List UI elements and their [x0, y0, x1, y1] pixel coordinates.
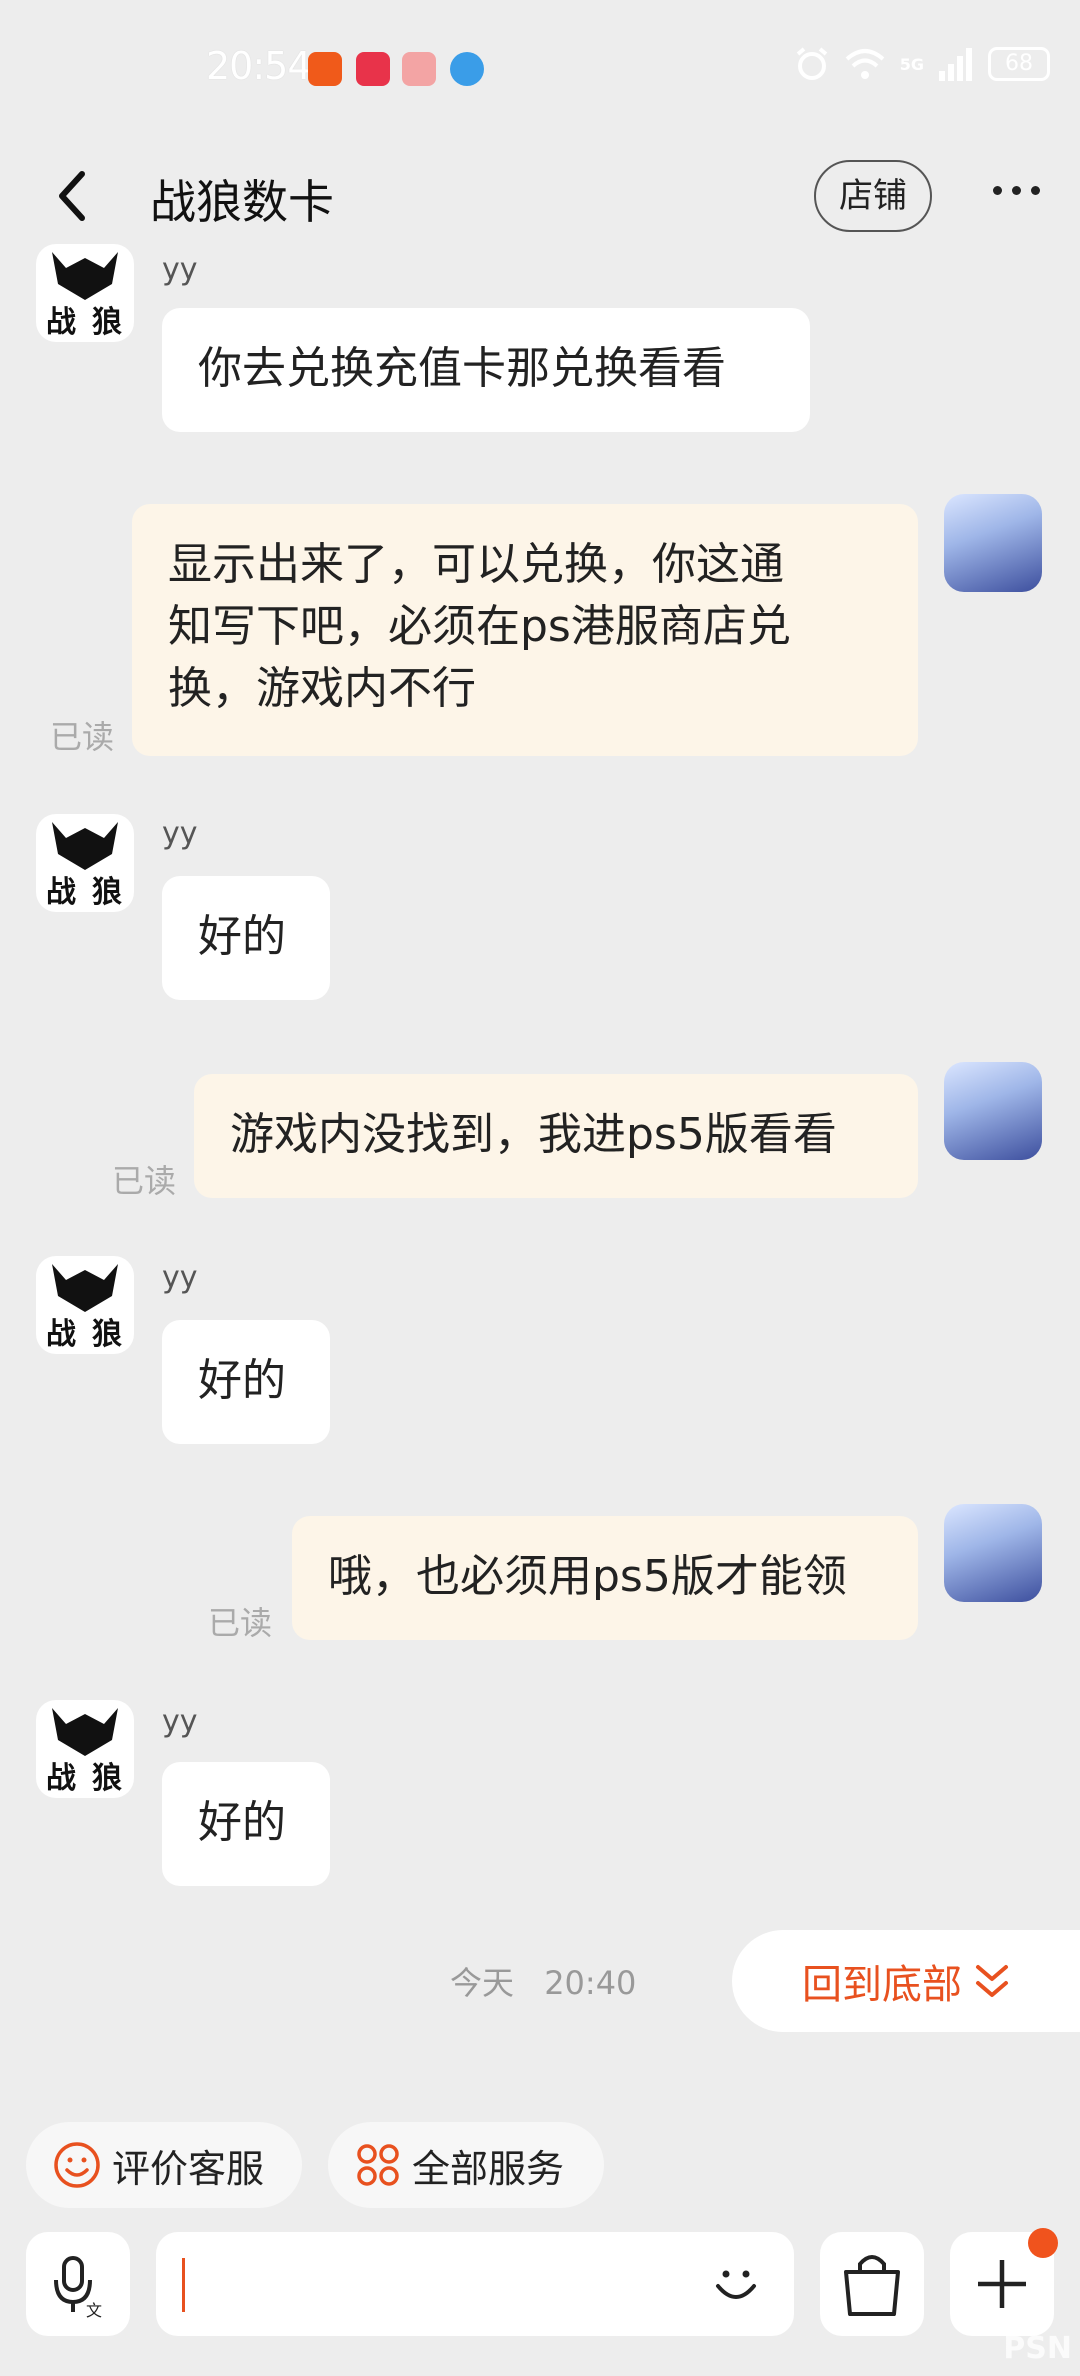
chat-header: 战狼数卡 店铺 [0, 136, 1080, 256]
timestamp: 今天 20:40 [450, 1958, 636, 2004]
sender-name: yy [162, 1704, 198, 1739]
svg-text:文: 文 [86, 2301, 102, 2320]
grid-icon [357, 2144, 399, 2186]
voice-input-button[interactable]: 文 [26, 2232, 130, 2336]
svg-text:战: 战 [46, 1317, 76, 1352]
user-avatar[interactable] [944, 1062, 1042, 1160]
notification-dot [1028, 2228, 1058, 2258]
shop-avatar[interactable]: 战 狼 [36, 1700, 134, 1798]
wolf-logo-icon: 战 狼 [46, 1264, 122, 1352]
svg-text:战: 战 [46, 875, 76, 910]
timestamp-day: 今天 [450, 1964, 515, 2002]
status-time: 20:54 [206, 44, 312, 88]
all-services-chip[interactable]: 全部服务 [328, 2122, 604, 2208]
user-avatar[interactable] [944, 494, 1042, 592]
message-line: 换，游戏内不行 [168, 663, 476, 714]
red-app-icon [356, 52, 390, 86]
message-bubble[interactable]: 好的 [162, 876, 330, 1000]
read-status: 已读 [208, 1604, 273, 1642]
user-avatar[interactable] [944, 1504, 1042, 1602]
page-title: 战狼数卡 [150, 175, 334, 229]
mail-app-icon [402, 52, 436, 86]
double-chevron-down-icon [976, 1965, 1008, 1997]
smiley-icon [54, 2142, 100, 2188]
svg-text:狼: 狼 [92, 1761, 122, 1796]
wolf-logo-icon: 战 狼 [46, 822, 122, 910]
battery-indicator: 68 [988, 47, 1050, 81]
more-actions-button[interactable] [950, 2228, 1058, 2336]
network-type: 5G [899, 54, 924, 74]
read-status: 已读 [112, 1162, 177, 1200]
browser-app-icon [450, 52, 484, 86]
message-bubble[interactable]: 显示出来了，可以兑换，你这通 知写下吧，必须在ps港服商店兑 换，游戏内不行 [132, 504, 918, 756]
svg-text:狼: 狼 [92, 875, 122, 910]
sender-name: yy [162, 252, 198, 287]
svg-text:狼: 狼 [92, 1317, 122, 1352]
message-bubble[interactable]: 哦，也必须用ps5版才能领 [292, 1516, 918, 1640]
message-bubble[interactable]: 游戏内没找到，我进ps5版看看 [194, 1074, 918, 1198]
message-bubble[interactable]: 你去兑换充值卡那兑换看看 [162, 308, 810, 432]
alarm-icon [796, 47, 828, 80]
shop-button[interactable]: 店铺 [814, 160, 932, 232]
shop-avatar[interactable]: 战 狼 [36, 244, 134, 342]
back-icon[interactable] [48, 166, 98, 226]
emoji-icon[interactable] [708, 2256, 764, 2312]
text-caret [182, 2258, 185, 2312]
microphone-icon: 文 [54, 2256, 102, 2320]
message-input[interactable] [156, 2232, 794, 2336]
rate-service-label: 评价客服 [112, 2146, 265, 2191]
sender-name: yy [162, 1260, 198, 1295]
read-status: 已读 [50, 718, 115, 756]
status-indicators: 5G 68 [794, 46, 1050, 82]
message-bubble[interactable]: 好的 [162, 1762, 330, 1886]
message-bubble[interactable]: 好的 [162, 1320, 330, 1444]
sender-name: yy [162, 816, 198, 851]
shopping-bag-icon [844, 2255, 900, 2316]
more-icon[interactable] [993, 186, 1040, 195]
jump-to-bottom-button[interactable]: 回到底部 [732, 1930, 1080, 2032]
jump-to-bottom-label: 回到底部 [802, 1962, 962, 2008]
message-line: 显示出来了，可以兑换，你这通 [168, 539, 784, 590]
timestamp-time: 20:40 [544, 1964, 637, 2002]
rate-service-chip[interactable]: 评价客服 [26, 2122, 302, 2208]
signal-icon [939, 48, 972, 81]
wolf-logo-icon: 战 狼 [46, 1708, 122, 1796]
shop-avatar[interactable]: 战 狼 [36, 814, 134, 912]
wolf-logo-icon: 战 狼 [46, 252, 122, 340]
message-line: 知写下吧，必须在ps港服商店兑 [168, 601, 791, 652]
shopping-bag-button[interactable] [820, 2232, 924, 2336]
svg-text:战: 战 [46, 305, 76, 340]
shop-avatar[interactable]: 战 狼 [36, 1256, 134, 1354]
svg-text:狼: 狼 [92, 305, 122, 340]
all-services-label: 全部服务 [412, 2146, 565, 2191]
wifi-icon [845, 49, 885, 79]
watermark: PSN [1003, 2331, 1072, 2366]
taobao-app-icon [308, 52, 342, 86]
status-bar: 20:54 5G 68 [0, 0, 1080, 136]
svg-text:战: 战 [46, 1761, 76, 1796]
